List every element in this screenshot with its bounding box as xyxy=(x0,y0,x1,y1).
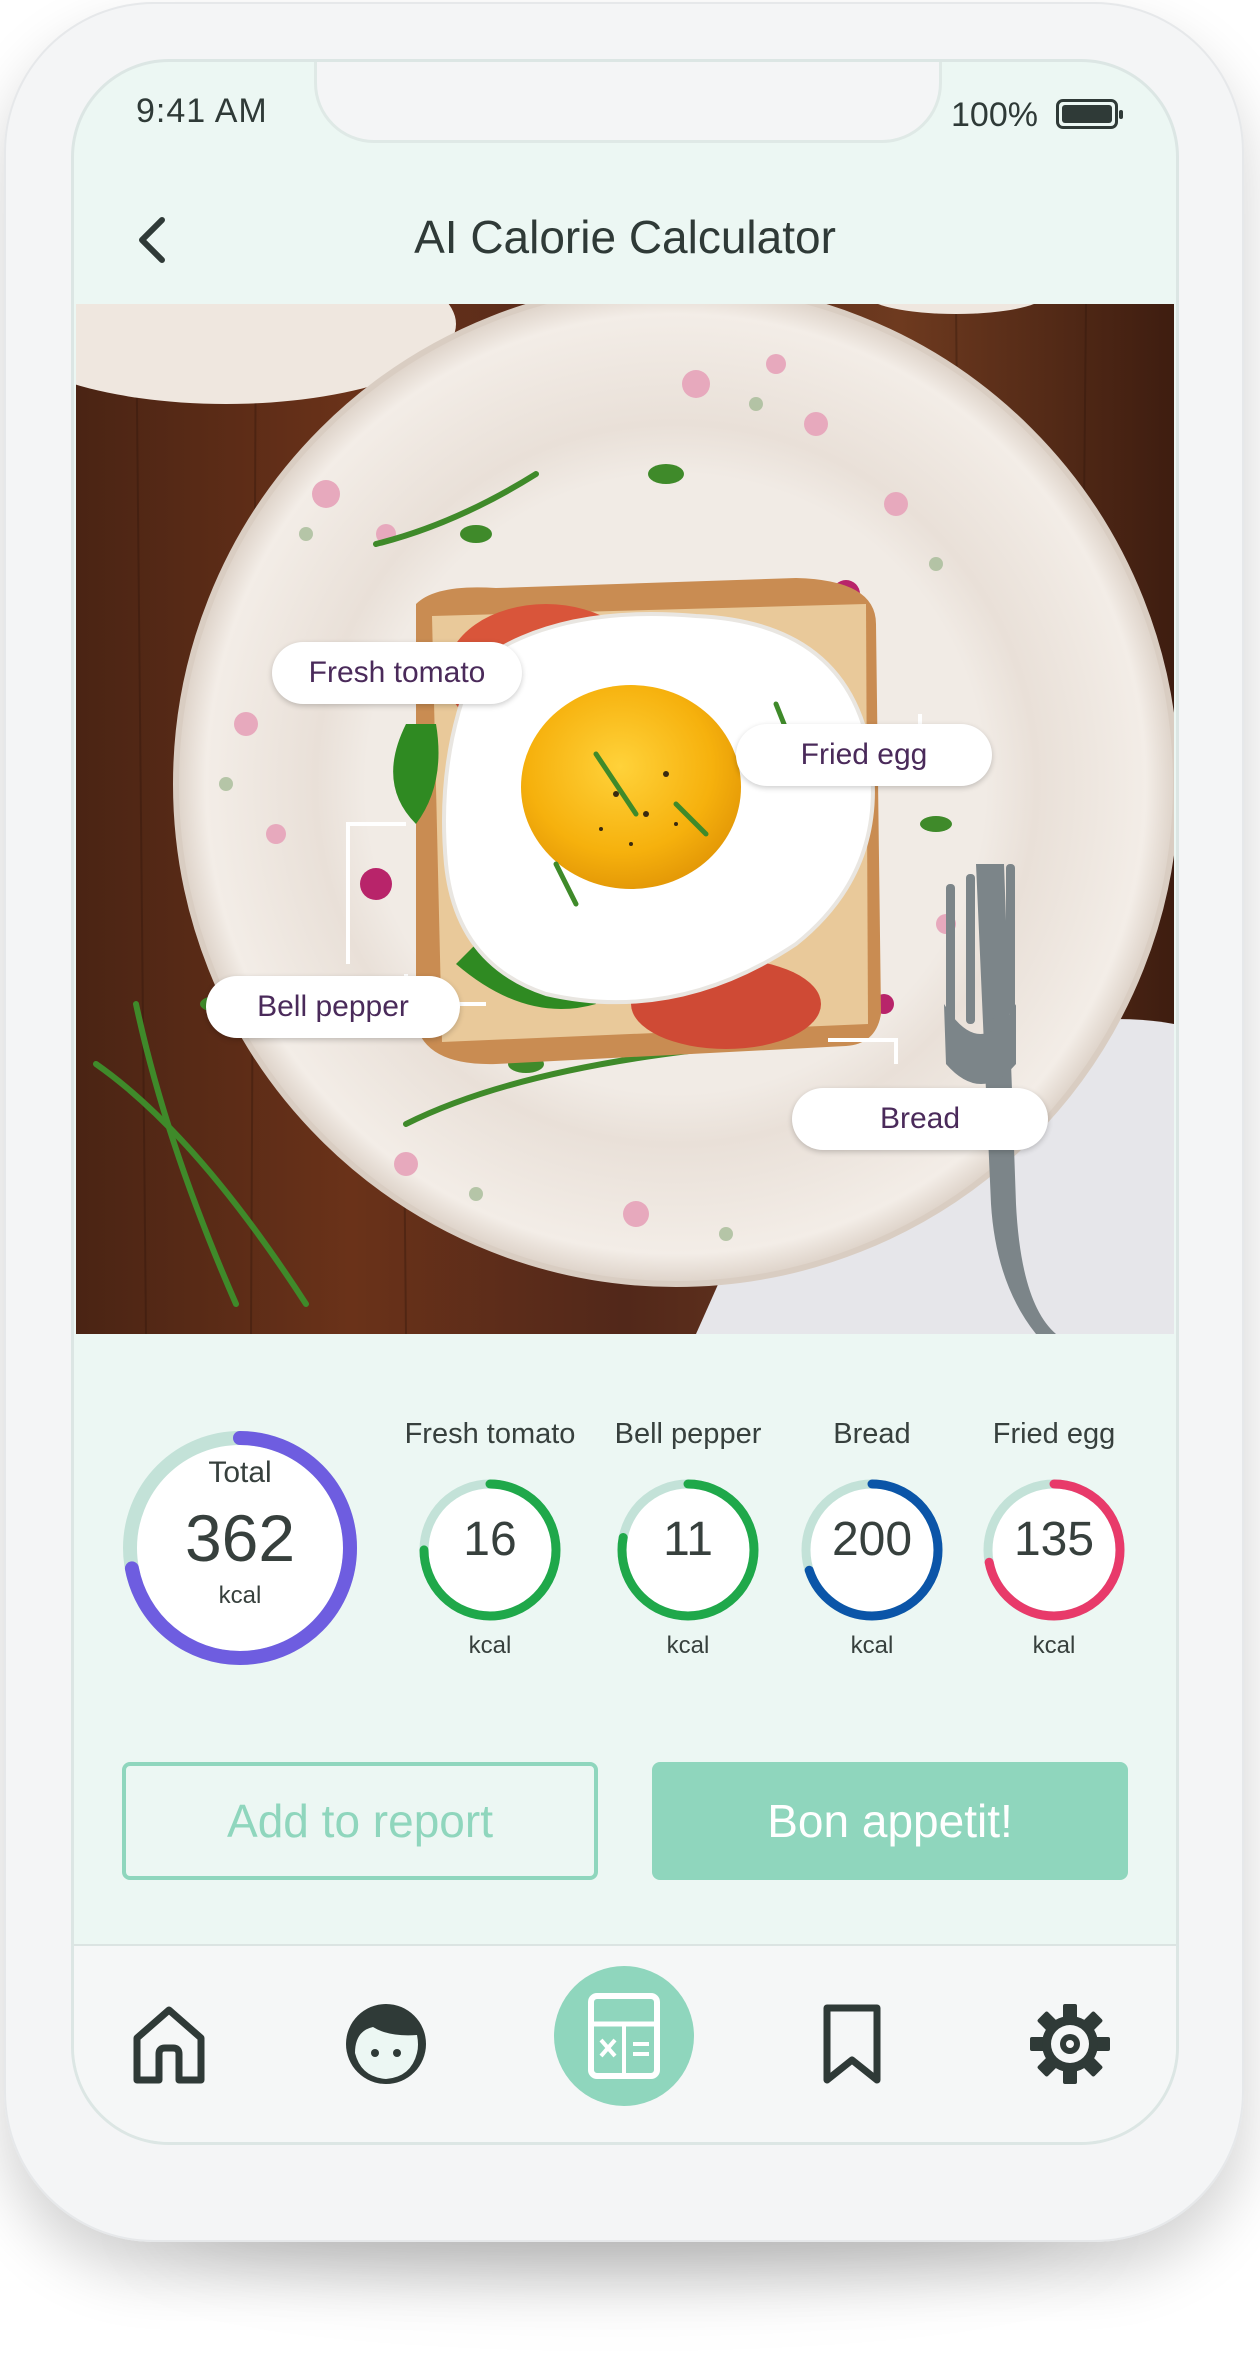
food-tag-fried-egg[interactable]: Fried egg xyxy=(736,724,992,786)
item-unit-fried-egg: kcal xyxy=(1032,1632,1076,1659)
total-value: 362 xyxy=(184,1501,296,1575)
item-label-bread: Bread xyxy=(833,1418,911,1450)
item-label-fresh-tomato: Fresh tomato xyxy=(404,1418,576,1450)
food-tag-bell-pepper[interactable]: Bell pepper xyxy=(206,976,460,1038)
nav-bookmarks[interactable] xyxy=(802,1994,902,2094)
total-unit: kcal xyxy=(218,1582,262,1609)
food-tag-fresh-tomato[interactable]: Fresh tomato xyxy=(272,642,522,704)
page-title: AI Calorie Calculator xyxy=(414,211,836,263)
item-label-bell-pepper: Bell pepper xyxy=(614,1418,762,1450)
settings-gear-icon xyxy=(1030,2004,1110,2084)
phone-frame: 9:41 AM 100% AI Calorie Calculator Fresh… xyxy=(4,2,1244,2242)
nav-home[interactable] xyxy=(119,1994,219,2094)
notch xyxy=(314,62,942,143)
bookmark-icon xyxy=(823,2004,881,2084)
food-photo: Fresh tomato Fried egg Bell pepper Bread xyxy=(74,244,1176,1335)
bon-appetit-button[interactable]: Bon appetit! xyxy=(652,1762,1128,1880)
nav-profile[interactable] xyxy=(336,1994,436,2094)
status-battery-level: 100% xyxy=(951,96,1038,134)
nav-settings[interactable] xyxy=(1020,1994,1120,2094)
item-value-bread: 200 xyxy=(831,1513,913,1566)
item-value-fried-egg: 135 xyxy=(1013,1513,1095,1566)
item-value-fresh-tomato: 16 xyxy=(463,1513,517,1566)
bottom-nav xyxy=(74,1944,1176,2142)
profile-face-icon xyxy=(346,2004,426,2084)
nav-calculator[interactable] xyxy=(554,1966,694,2106)
calculator-icon xyxy=(588,1993,660,2079)
item-unit-bell-pepper: kcal xyxy=(666,1632,710,1659)
status-time: 9:41 AM xyxy=(136,92,268,130)
item-unit-fresh-tomato: kcal xyxy=(468,1632,512,1659)
home-icon xyxy=(133,2006,205,2084)
item-label-fried-egg: Fried egg xyxy=(992,1418,1116,1450)
item-value-bell-pepper: 11 xyxy=(663,1513,713,1566)
add-to-report-button[interactable]: Add to report xyxy=(122,1762,598,1880)
app-screen: 9:41 AM 100% AI Calorie Calculator Fresh… xyxy=(74,62,1176,2142)
total-label: Total xyxy=(208,1456,272,1489)
food-tag-bread[interactable]: Bread xyxy=(792,1088,1048,1150)
battery-icon xyxy=(1056,99,1123,129)
item-unit-bread: kcal xyxy=(850,1632,894,1659)
